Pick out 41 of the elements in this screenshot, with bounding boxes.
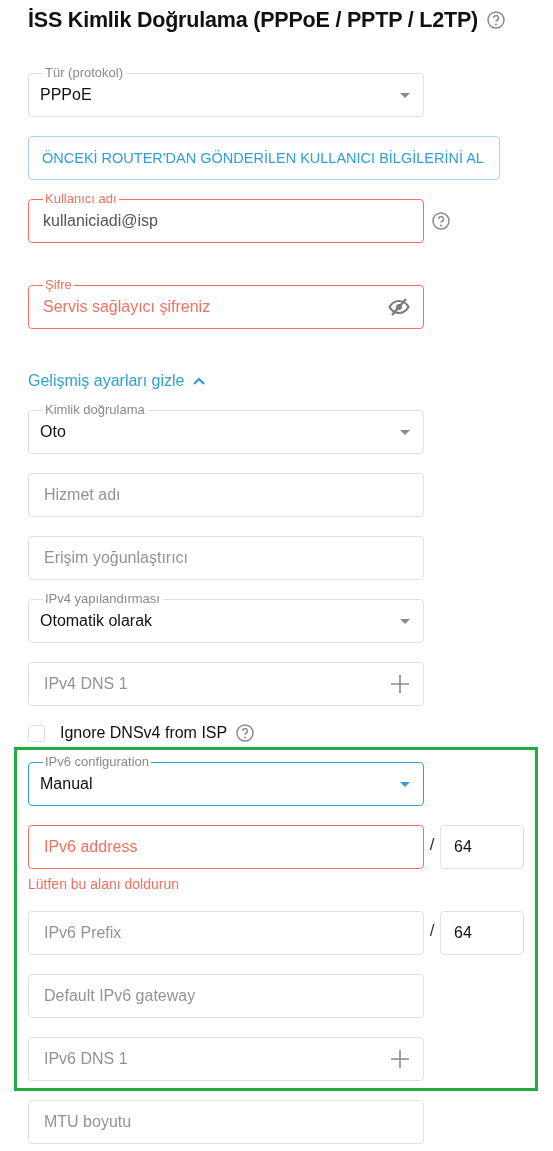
text-field[interactable]: MTU boyutu	[28, 1100, 424, 1144]
text-field[interactable]: IPv4 DNS 1	[28, 662, 424, 706]
field-label: Kullanıcı adı	[43, 191, 119, 206]
field-label: Kimlik doğrulama	[43, 402, 147, 417]
eye-slash-icon[interactable]	[388, 297, 410, 317]
separator-text: /	[428, 921, 436, 941]
dropdown-caret-icon[interactable]	[400, 92, 410, 98]
checkbox[interactable]	[28, 724, 45, 742]
help-icon[interactable]	[432, 212, 450, 230]
field-label: IPv6 configuration	[43, 754, 152, 769]
chevron-up-icon	[193, 377, 206, 385]
checkbox-label: Ignore DNSv4 from ISP	[60, 724, 228, 742]
plus-icon[interactable]	[391, 1050, 409, 1068]
field-label: Tür (protokol)	[43, 65, 126, 80]
field-label: IPv4 yapılandırması	[43, 591, 162, 606]
field-label: Şifre	[43, 277, 74, 292]
text-field[interactable]: Kullanıcı adı kullaniciadi@isp	[28, 190, 424, 243]
text-field[interactable]: Default IPv6 gateway	[28, 974, 424, 1018]
help-icon[interactable]	[236, 724, 255, 742]
help-icon[interactable]	[487, 11, 505, 29]
advanced-settings-toggle[interactable]: Gelişmiş ayarları gizle	[28, 371, 206, 391]
separator-text: /	[428, 835, 436, 855]
error-message: Lütfen bu alanı doldurun	[28, 876, 180, 892]
prefix-length-field[interactable]: 64	[440, 825, 524, 869]
text-field[interactable]: IPv6 Prefix	[28, 911, 424, 955]
password-field[interactable]: Şifre Servis sağlayıcı şifreniz	[28, 276, 424, 329]
dropdown[interactable]: Tür (protokol) PPPoE	[28, 64, 424, 117]
text-field[interactable]: IPv6 address	[28, 825, 424, 869]
dropdown[interactable]: Kimlik doğrulama Oto	[28, 401, 424, 454]
text-field[interactable]: Hizmet adı	[28, 473, 424, 517]
prefix-length-field[interactable]: 64	[440, 911, 524, 955]
dropdown-caret-icon[interactable]	[400, 781, 410, 787]
dropdown-caret-icon[interactable]	[400, 429, 410, 435]
dropdown[interactable]: IPv4 yapılandırması Otomatik olarak	[28, 590, 424, 643]
dropdown[interactable]: IPv6 configuration Manual	[28, 753, 424, 806]
text-field[interactable]: IPv6 DNS 1	[28, 1037, 424, 1081]
fetch-credentials-button[interactable]: ÖNCEKİ ROUTER'DAN GÖNDERİLEN KULLANICI BİLGİLERİNİ AL	[28, 136, 500, 180]
plus-icon[interactable]	[391, 675, 409, 693]
page-title: İSS Kimlik Doğrulama (PPPoE / PPTP / L2TP)	[28, 7, 478, 33]
text-field[interactable]: Erişim yoğunlaştırıcı	[28, 536, 424, 580]
dropdown-caret-icon[interactable]	[400, 618, 410, 624]
